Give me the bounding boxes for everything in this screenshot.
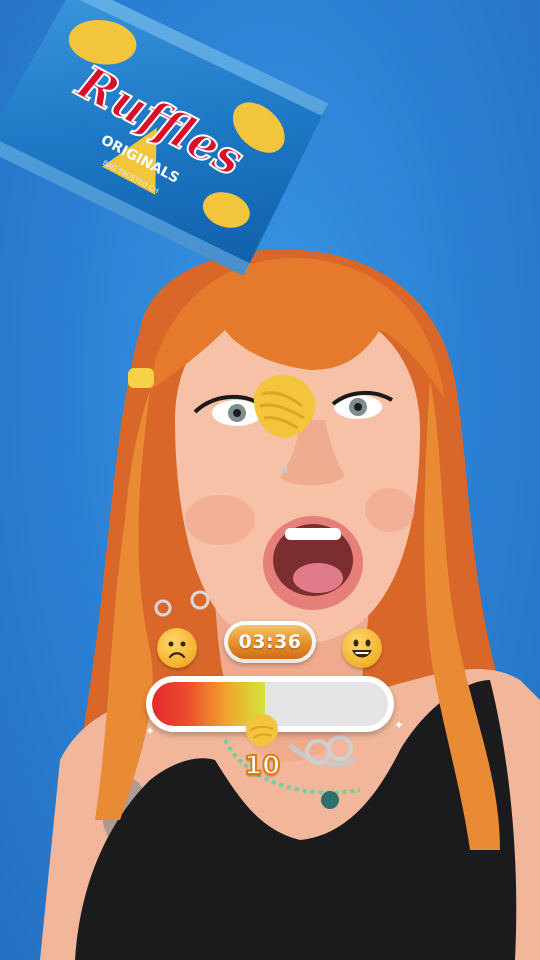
chip-on-nose — [244, 366, 324, 446]
countdown-timer: 03:36 — [224, 621, 316, 663]
sparkle-icon: ✦ — [145, 724, 156, 738]
timer-text: 03:36 — [228, 625, 312, 659]
game-stage: Ruffles ORIGINALS BAG TRUSTED CH 03:36 ✦… — [0, 0, 540, 960]
sparkle-icon: ✦ — [394, 718, 405, 732]
sad-face-icon — [157, 628, 197, 668]
happy-face-icon — [342, 628, 382, 668]
score-counter: 10 — [243, 750, 281, 782]
